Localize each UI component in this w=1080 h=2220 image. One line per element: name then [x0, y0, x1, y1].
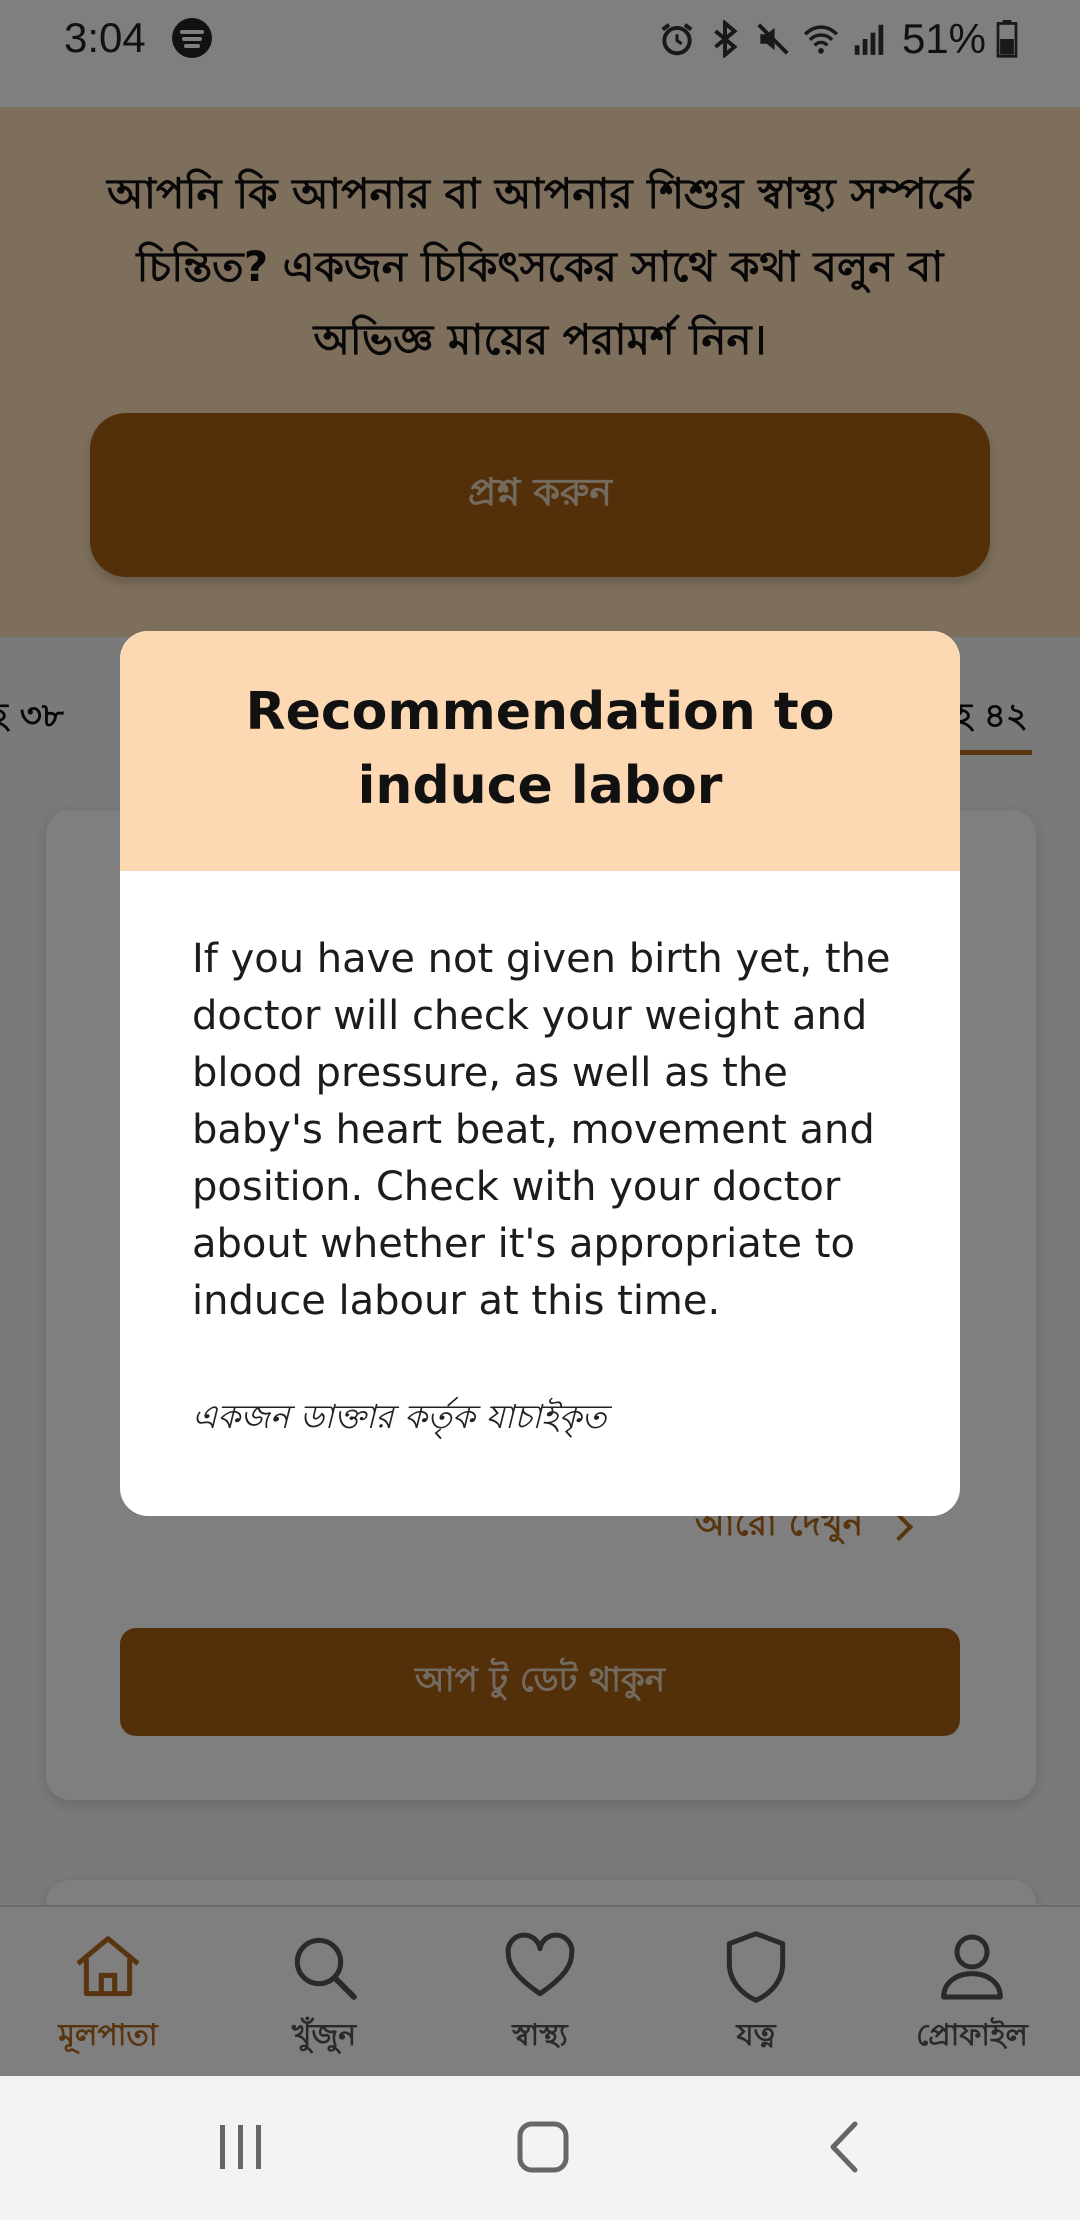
- home-square-icon: [517, 2121, 569, 2173]
- doctor-verified-note: একজন ডাক্তার কর্তৃক যাচাইকৃত: [192, 1397, 607, 1436]
- dialog-title: Recommendation to induce labor: [245, 682, 835, 816]
- home-system-button[interactable]: [498, 2112, 588, 2182]
- back-button[interactable]: [800, 2112, 890, 2182]
- dialog-header: Recommendation to induce labor: [120, 631, 960, 871]
- recent-apps-button[interactable]: [196, 2112, 286, 2182]
- system-nav-bar: [0, 2076, 1080, 2220]
- app-screen: 3:04 51% আপনি কি আপনার বা আপনার শিশুর স্…: [0, 0, 1080, 2076]
- recommendation-dialog: Recommendation to induce labor If you ha…: [120, 631, 960, 1516]
- back-chevron-icon: [830, 2121, 858, 2173]
- dialog-body-text: If you have not given birth yet, the doc…: [192, 936, 891, 1324]
- recent-apps-icon: [220, 2125, 261, 2169]
